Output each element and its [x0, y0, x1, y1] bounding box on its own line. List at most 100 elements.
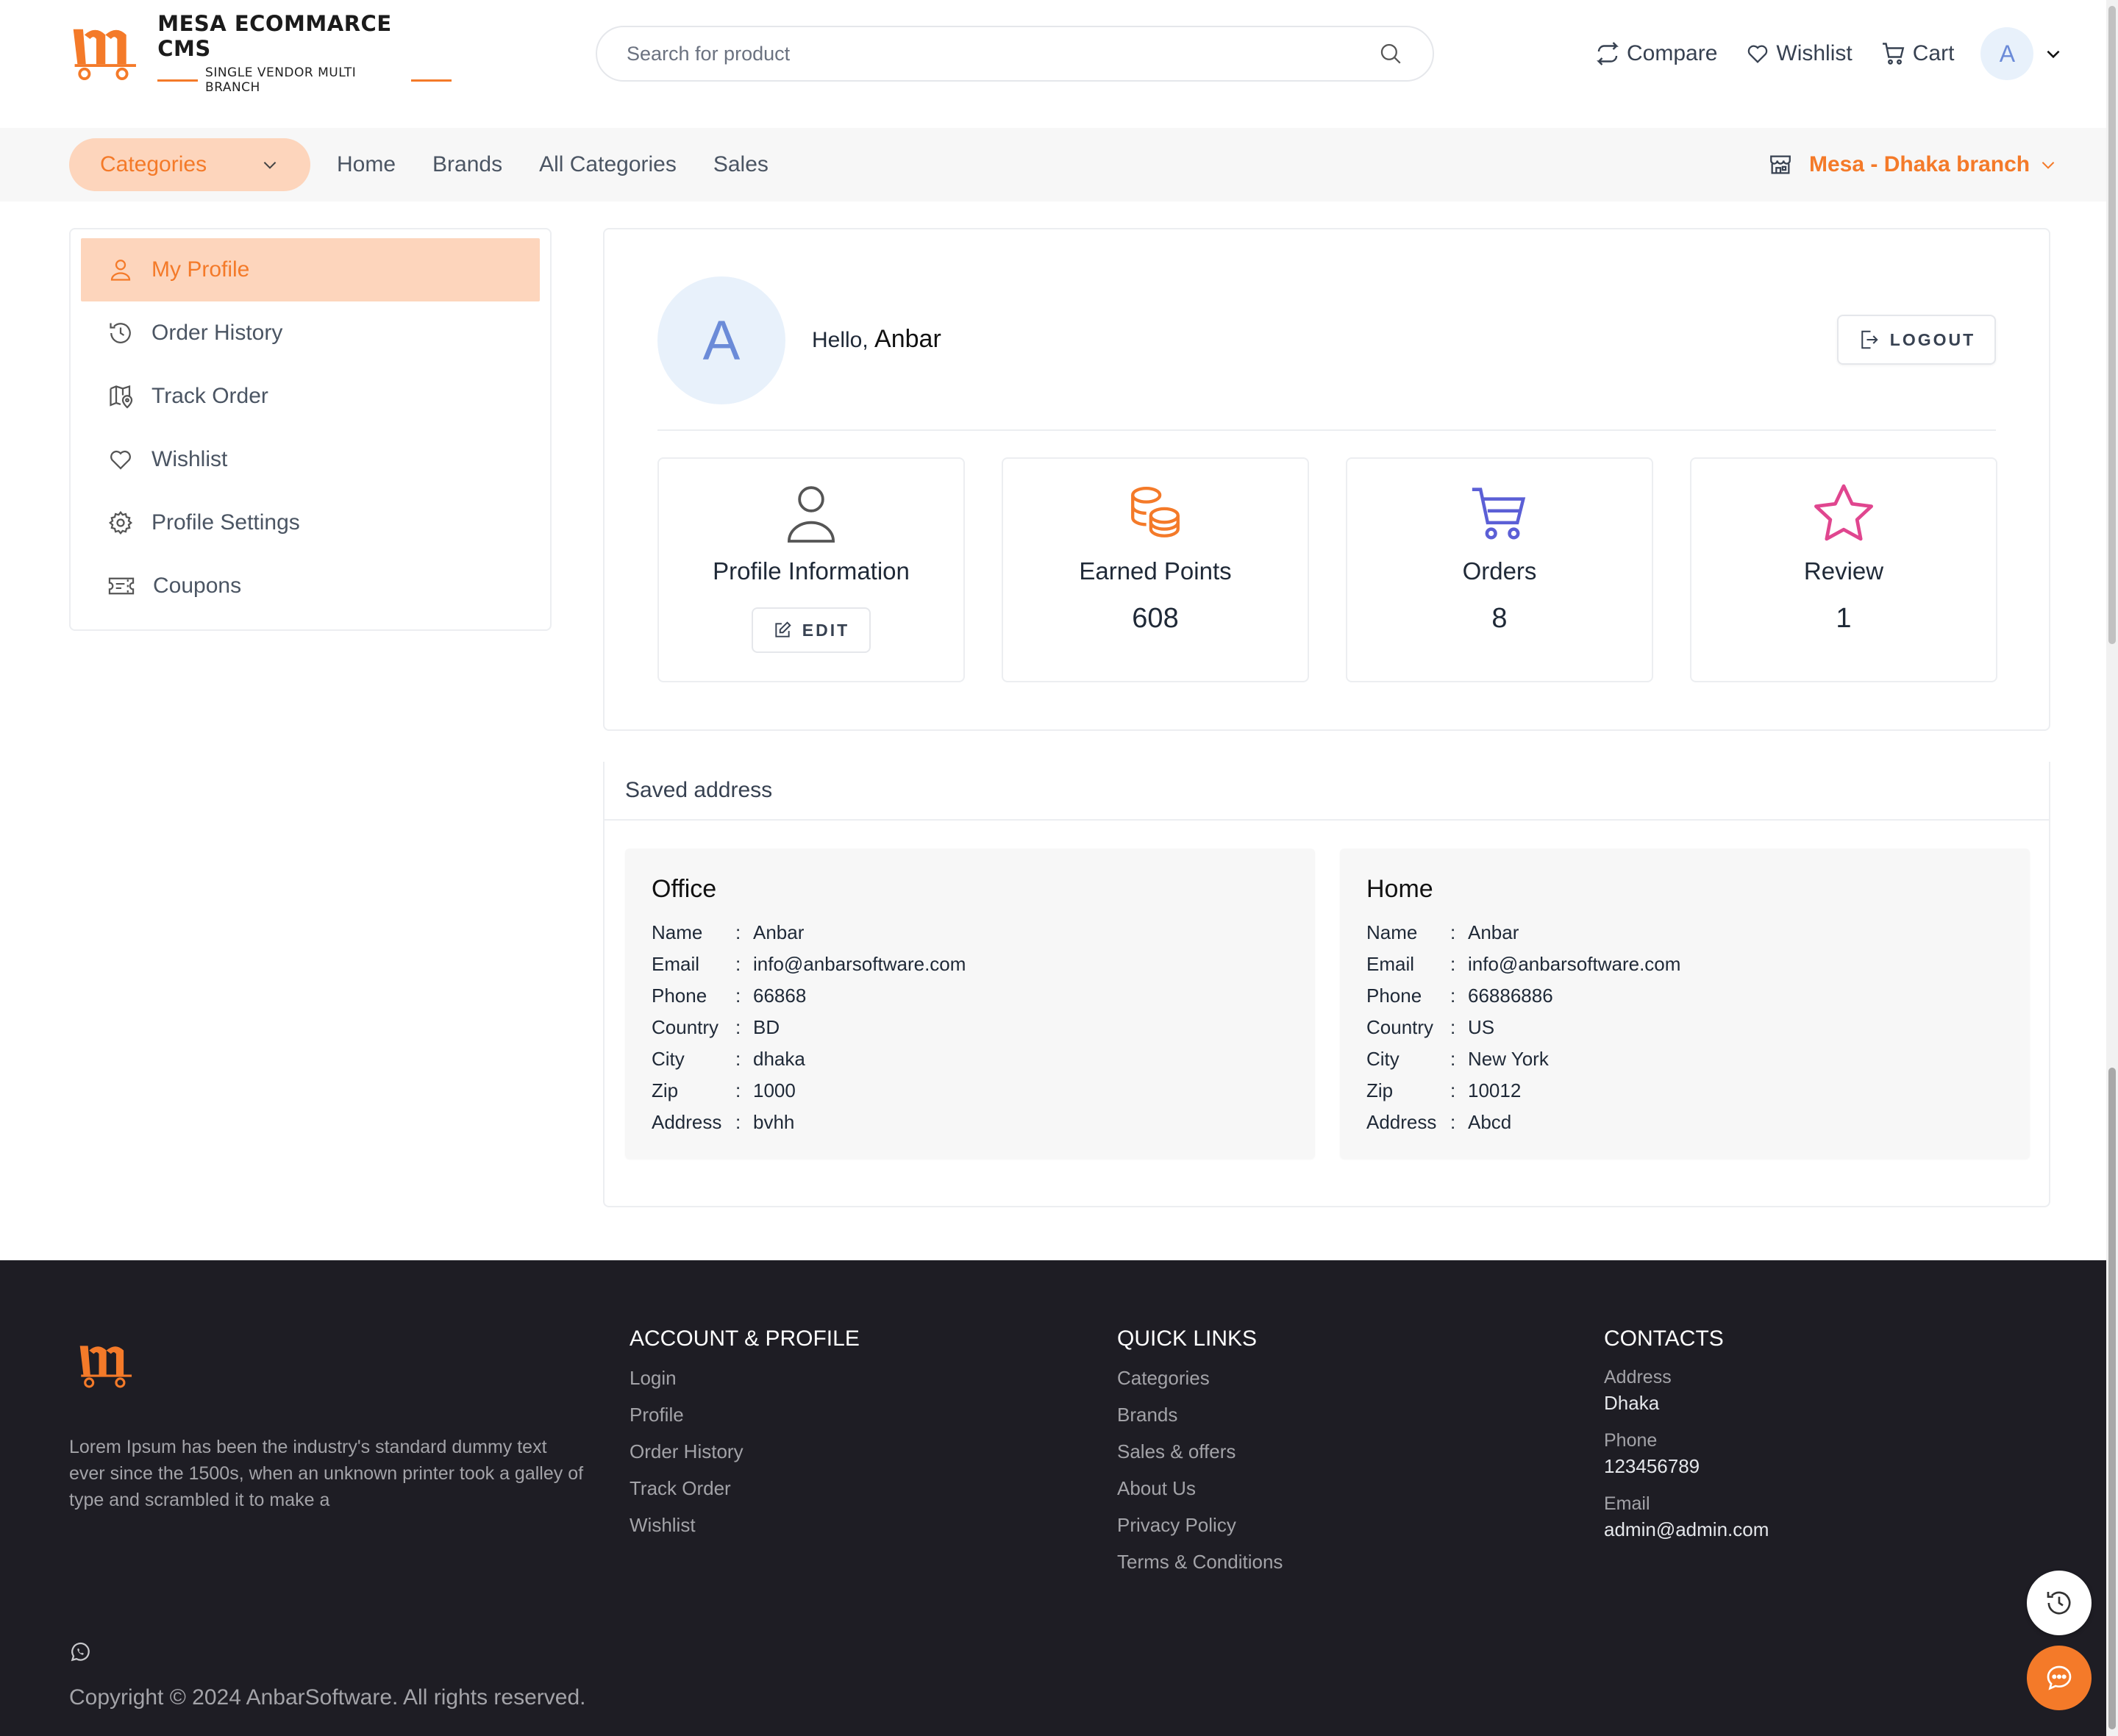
brand-logo[interactable]: MESA ECOMMARCE CMS SINGLE VENDOR MULTI B…: [69, 11, 452, 95]
saved-address-heading: Saved address: [605, 762, 2049, 821]
sidebar-item-track-order[interactable]: Track Order: [81, 365, 540, 428]
stat-label: Profile Information: [713, 557, 910, 585]
footer-link-track-order[interactable]: Track Order: [630, 1475, 860, 1512]
footer-description: Lorem Ipsum has been the industry's stan…: [69, 1437, 584, 1510]
wishlist-link[interactable]: Wishlist: [1745, 41, 1853, 66]
address-row-phone: Phone:66886886: [1366, 985, 1553, 1007]
ticket-icon: [108, 577, 135, 595]
profile-divider: [657, 429, 1996, 431]
sidebar-item-label: My Profile: [151, 257, 250, 282]
search-icon[interactable]: [1378, 41, 1403, 66]
sidebar-item-my-profile[interactable]: My Profile: [81, 238, 540, 301]
address-home[interactable]: Home Name: Anbar Email: info@anbarsoftware…: [1340, 849, 2030, 1159]
chevron-down-icon[interactable]: [2044, 44, 2063, 63]
star-icon: [1814, 484, 1873, 541]
footer-link-wishlist[interactable]: Wishlist: [630, 1512, 860, 1549]
address-row-name: Name: Anbar: [652, 921, 805, 943]
cart-icon: [1882, 43, 1905, 65]
search-input[interactable]: [627, 42, 1378, 65]
coins-icon: [1131, 487, 1180, 537]
sidebar-item-coupons[interactable]: Coupons: [81, 554, 540, 618]
main-nav: Categories Home Brands All Categories Sa…: [0, 128, 2106, 201]
address-row-email: Email: info@anbarsoftware.com: [652, 953, 966, 975]
stat-review: Review 1: [1690, 457, 1997, 682]
recently-viewed-button[interactable]: [2027, 1571, 2092, 1635]
edit-profile-button[interactable]: EDIT: [752, 607, 871, 653]
cart-label: Cart: [1912, 41, 1955, 65]
chat-button[interactable]: [2027, 1646, 2092, 1710]
categories-dropdown[interactable]: Categories: [69, 138, 310, 191]
header: MESA ECOMMARCE CMS SINGLE VENDOR MULTI B…: [0, 0, 2106, 128]
review-value: 1: [1836, 603, 1852, 634]
sidebar-item-label: Profile Settings: [151, 510, 300, 535]
logout-icon: [1861, 330, 1878, 349]
header-actions: Compare Wishlist Cart A: [1594, 26, 2063, 81]
address-row-zip: Zip:10012: [1366, 1079, 1522, 1101]
footer-logo[interactable]: [76, 1341, 140, 1390]
footer-link-profile[interactable]: Profile: [630, 1401, 860, 1438]
footer-link-sales-offers[interactable]: Sales & offers: [1117, 1438, 1283, 1475]
whatsapp-icon: [71, 1642, 90, 1662]
sidebar-item-wishlist[interactable]: Wishlist: [81, 428, 540, 491]
copyright: Copyright © 2024 AnbarSoftware. All righ…: [69, 1685, 586, 1710]
history-icon: [110, 323, 131, 343]
compare-link[interactable]: Compare: [1594, 40, 1717, 67]
sidebar-item-order-history[interactable]: Order History: [81, 301, 540, 365]
page-scrollbar[interactable]: [2106, 0, 2118, 1736]
footer-link-brands[interactable]: Brands: [1117, 1401, 1283, 1438]
gear-icon: [108, 510, 133, 535]
sidebar-item-profile-settings[interactable]: Profile Settings: [81, 491, 540, 554]
footer-link-terms[interactable]: Terms & Conditions: [1117, 1549, 1283, 1585]
user-icon: [110, 260, 131, 281]
categories-label: Categories: [100, 152, 207, 176]
heart-icon: [110, 450, 131, 470]
branch-selector[interactable]: Mesa - Dhaka branch: [1768, 138, 2106, 191]
profile-stats: Profile Information EDIT Earned Points 6…: [657, 457, 1997, 682]
map-pin-icon: [110, 385, 133, 409]
footer-link-login[interactable]: Login: [630, 1365, 860, 1401]
footer-link-order-history[interactable]: Order History: [630, 1438, 860, 1475]
address-office[interactable]: Office Name: Anbar Email: info@anbarsoftwa…: [625, 849, 1315, 1159]
contact-address: Dhaka: [1604, 1392, 1660, 1414]
m-cart-logo-icon: [79, 1346, 132, 1388]
search-bar: [596, 26, 1434, 82]
saved-address-card: Saved address Office Name: Anbar Email: in…: [603, 762, 2050, 1207]
user-avatar[interactable]: A: [1980, 27, 2034, 80]
account-sidebar: My Profile Order History Track Order Wis…: [69, 228, 552, 631]
brand-title: MESA ECOMMARCE CMS: [157, 11, 392, 61]
footer: Lorem Ipsum has been the industry's stan…: [0, 1260, 2106, 1736]
greeting-text: Hello,: [812, 328, 869, 352]
nav-link-all-categories[interactable]: All Categories: [539, 152, 677, 177]
footer-link-about-us[interactable]: About Us: [1117, 1475, 1283, 1512]
stat-label: Earned Points: [1079, 557, 1232, 585]
whatsapp-link[interactable]: [69, 1641, 91, 1663]
address-row-zip: Zip:1000: [652, 1079, 796, 1101]
cart-link[interactable]: Cart: [1880, 40, 1955, 67]
nav-link-brands[interactable]: Brands: [432, 152, 502, 177]
address-title: Home: [1366, 875, 1433, 903]
footer-link-categories[interactable]: Categories: [1117, 1365, 1283, 1401]
branch-label: Mesa - Dhaka branch: [1809, 152, 2030, 176]
footer-col-contacts: CONTACTS Address Dhaka Phone 123456789 E…: [1604, 1326, 1769, 1554]
greeting: Hello, Anbar: [812, 325, 941, 354]
address-row-name: Name: Anbar: [1366, 921, 1519, 943]
footer-col-title: ACCOUNT & PROFILE: [630, 1326, 860, 1351]
nav-link-home[interactable]: Home: [337, 152, 396, 177]
address-row-country: Country: BD: [652, 1016, 780, 1038]
wishlist-label: Wishlist: [1776, 41, 1853, 65]
scrollbar-thumb[interactable]: [2108, 6, 2116, 644]
edit-label: EDIT: [802, 620, 850, 640]
footer-col-title: QUICK LINKS: [1117, 1326, 1258, 1351]
profile-card: A Hello, Anbar LOGOUT Profile Informatio…: [603, 228, 2050, 731]
nav-link-sales[interactable]: Sales: [713, 152, 769, 177]
footer-link-privacy-policy[interactable]: Privacy Policy: [1117, 1512, 1283, 1549]
stat-label: Orders: [1462, 557, 1537, 585]
logout-button[interactable]: LOGOUT: [1837, 315, 1996, 365]
profile-avatar: A: [657, 276, 785, 404]
contact-phone[interactable]: 123456789: [1604, 1453, 1769, 1479]
contact-email[interactable]: admin@admin.com: [1604, 1516, 1769, 1543]
chevron-down-icon: [263, 162, 277, 169]
user-name: Anbar: [874, 325, 941, 353]
contact-address-label: Address: [1604, 1367, 1672, 1387]
scrollbar-thumb-secondary[interactable]: [2108, 1068, 2116, 1729]
